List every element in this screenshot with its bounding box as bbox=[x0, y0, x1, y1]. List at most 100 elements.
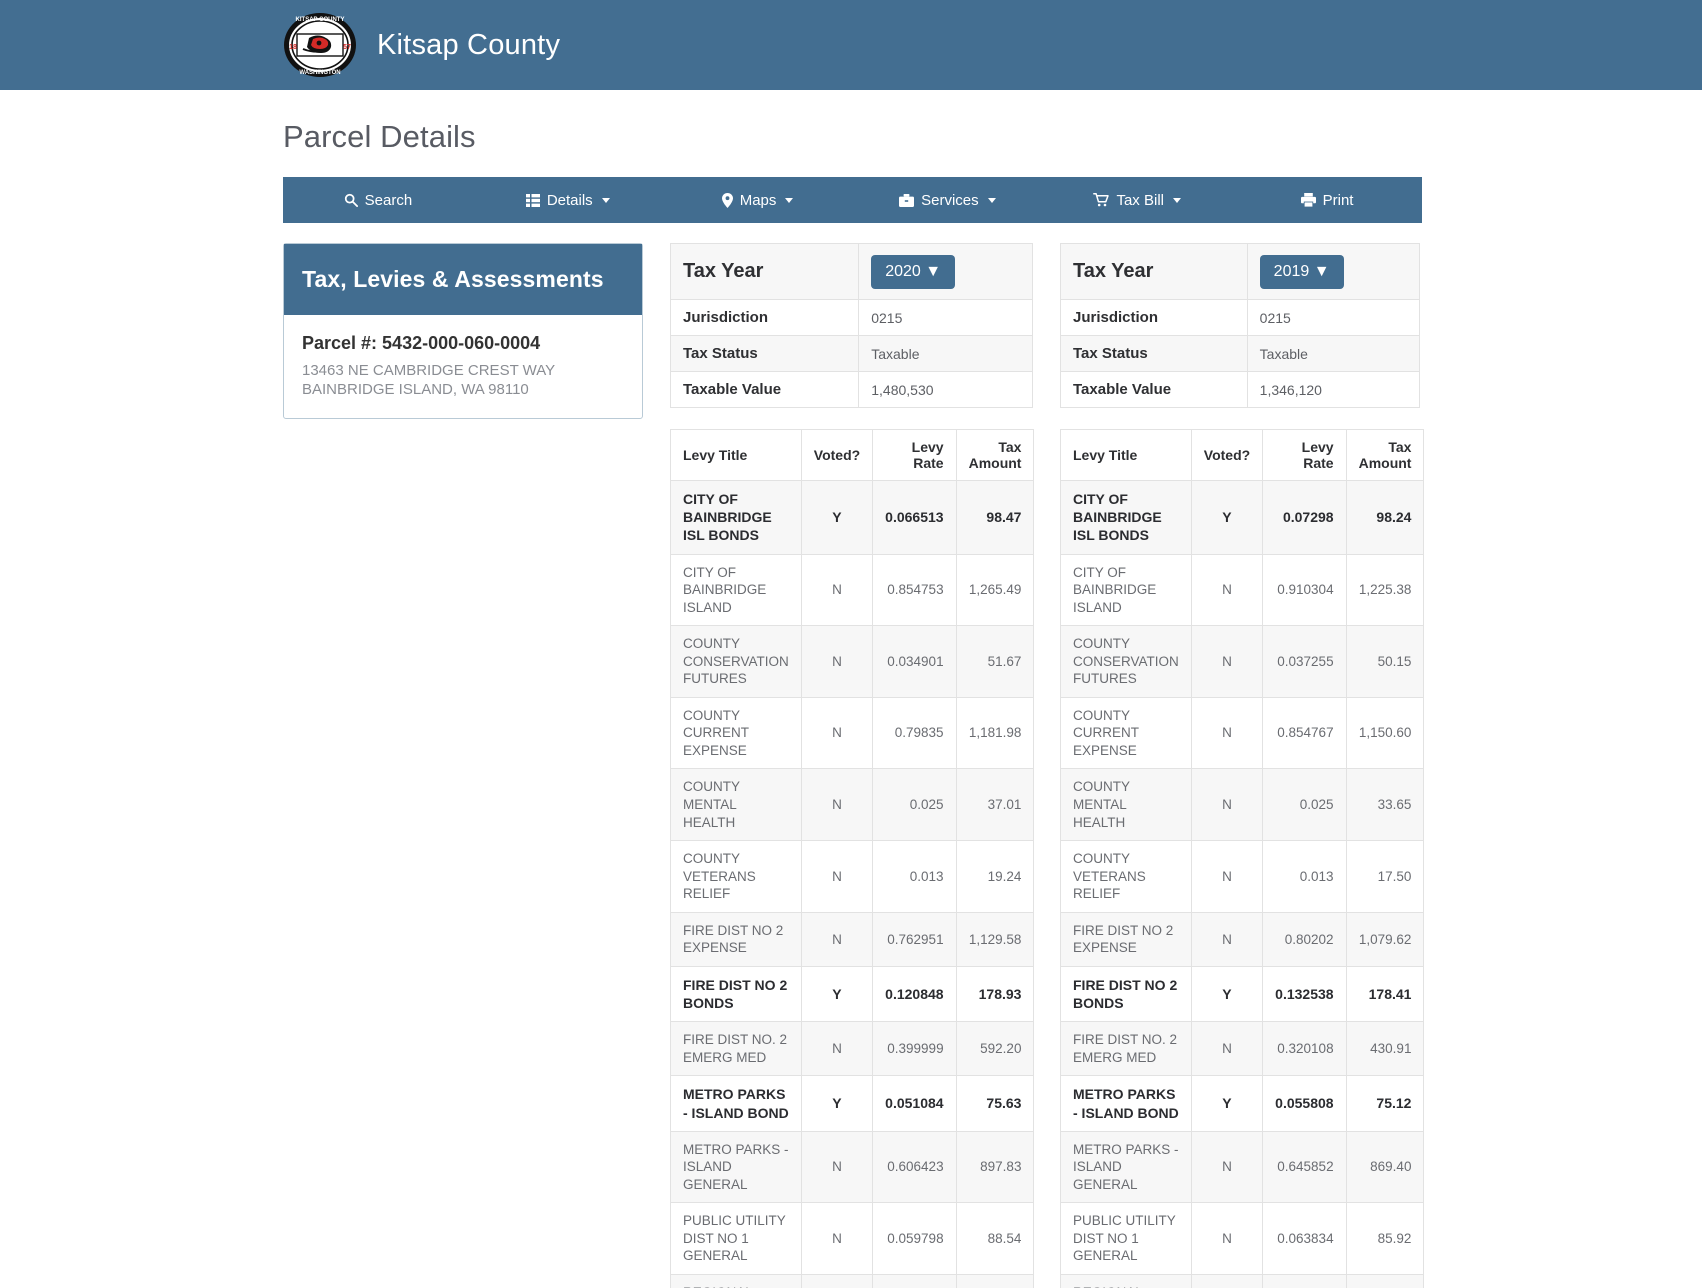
col-voted: Voted? bbox=[800, 429, 874, 481]
svg-text:WASHINGTON: WASHINGTON bbox=[299, 70, 340, 76]
table-row: Tax Year 2020 ▼ bbox=[669, 243, 1033, 300]
shopping-cart-icon bbox=[1093, 193, 1110, 207]
table-row: Tax Year 2019 ▼ bbox=[1060, 243, 1421, 300]
levy-amount-cell: 1,225.38 bbox=[1345, 553, 1425, 627]
jurisdiction-value: 0215 bbox=[858, 299, 1033, 336]
jurisdiction-label: Jurisdiction bbox=[1060, 299, 1248, 336]
levy-rate-cell: 0.037255 bbox=[1262, 625, 1347, 698]
map-marker-icon bbox=[721, 192, 733, 208]
levy-title-cell: COUNTY MENTAL HEALTH bbox=[1060, 768, 1192, 842]
levy-title-cell: COUNTY CURRENT EXPENSE bbox=[1060, 696, 1192, 770]
levy-title-cell: FIRE DIST NO. 2 EMERG MED bbox=[670, 1021, 802, 1077]
levy-title-cell: FIRE DIST NO 2 EXPENSE bbox=[1060, 911, 1192, 967]
levy-amount-cell: 75.63 bbox=[955, 1075, 1035, 1132]
levies-table-2019: Levy Title Voted? Levy Rate Tax Amount C… bbox=[1060, 429, 1425, 1288]
table-row: Jurisdiction 0215 bbox=[669, 299, 1033, 336]
nav-item-label: Search bbox=[364, 191, 413, 209]
levy-title-cell: PUBLIC UTILITY DIST NO 1 GENERAL bbox=[1060, 1202, 1192, 1275]
tax-status-value: Taxable bbox=[858, 335, 1033, 372]
levy-voted-cell: N bbox=[800, 840, 874, 913]
col-tax-amount: Tax Amount bbox=[955, 429, 1035, 481]
levy-rate-cell: 0.063834 bbox=[1262, 1202, 1347, 1275]
levy-rate-cell: 0.399999 bbox=[872, 1021, 957, 1077]
levy-amount-cell: 1,079.62 bbox=[1345, 911, 1425, 967]
taxable-value-value: 1,346,120 bbox=[1246, 371, 1421, 408]
levies-body: CITY OF BAINBRIDGE ISL BONDS Y 0.07298 98.2… bbox=[1060, 480, 1425, 1288]
levy-rate-cell: 0.369123 bbox=[872, 1273, 957, 1288]
table-row: COUNTY CURRENT EXPENSE N 0.79835 1,181.98 bbox=[670, 696, 1035, 770]
parcel-address: 13463 NE CAMBRIDGE CREST WAY BAINBRIDGE … bbox=[302, 362, 624, 400]
table-row: METRO PARKS - ISLAND GENERAL N 0.606423 897… bbox=[670, 1130, 1035, 1204]
col-levy-rate: Levy Rate bbox=[872, 429, 957, 481]
levy-voted-cell: N bbox=[1190, 840, 1264, 913]
levy-voted-cell: N bbox=[1190, 553, 1264, 627]
levy-rate-cell: 0.013 bbox=[872, 840, 957, 913]
search-icon bbox=[344, 193, 358, 207]
table-row: COUNTY VETERANS RELIEF N 0.013 17.50 bbox=[1060, 840, 1425, 913]
nav-item-print[interactable]: Print bbox=[1232, 177, 1422, 223]
levy-rate-cell: 0.025 bbox=[872, 768, 957, 842]
levy-voted-cell: N bbox=[800, 1202, 874, 1275]
table-row: FIRE DIST NO. 2 EMERG MED N 0.399999 592.20 bbox=[670, 1021, 1035, 1077]
nav-item-search[interactable]: Search bbox=[283, 177, 473, 223]
address-line-1: 13463 NE CAMBRIDGE CREST WAY bbox=[302, 362, 556, 379]
table-row: COUNTY CONSERVATION FUTURES N 0.034901 51.6… bbox=[670, 625, 1035, 698]
levy-amount-cell: 430.91 bbox=[1345, 1021, 1425, 1077]
svg-text:KITSAP COUNTY: KITSAP COUNTY bbox=[296, 17, 345, 23]
tax-year-dropdown-2019[interactable]: 2019 ▼ bbox=[1259, 254, 1344, 289]
levy-amount-cell: 37.01 bbox=[955, 768, 1035, 842]
levy-title-cell: CITY OF BAINBRIDGE ISLAND bbox=[1060, 553, 1192, 627]
table-header-row: Levy Title Voted? Levy Rate Tax Amount bbox=[670, 429, 1035, 481]
table-row: Tax Status Taxable bbox=[1060, 335, 1421, 372]
tax-status-label: Tax Status bbox=[669, 335, 860, 372]
levy-amount-cell: 869.40 bbox=[1345, 1130, 1425, 1204]
taxable-value-value: 1,480,530 bbox=[858, 371, 1033, 408]
levy-voted-cell: N bbox=[1190, 1021, 1264, 1077]
nav-item-label: Maps bbox=[739, 191, 777, 209]
levy-amount-cell: 88.54 bbox=[955, 1202, 1035, 1275]
levy-amount-cell: 1,265.49 bbox=[955, 553, 1035, 627]
levy-voted-cell: N bbox=[800, 553, 874, 627]
nav-item-services[interactable]: Services bbox=[852, 177, 1042, 223]
table-row: CITY OF BAINBRIDGE ISLAND N 0.910304 1,225.… bbox=[1060, 553, 1425, 627]
levies-table-2020: Levy Title Voted? Levy Rate Tax Amount C… bbox=[670, 429, 1035, 1288]
nav-item-details[interactable]: Details bbox=[473, 177, 663, 223]
levy-voted-cell: N bbox=[800, 768, 874, 842]
levy-title-cell: COUNTY CURRENT EXPENSE bbox=[670, 696, 802, 770]
levy-title-cell: CITY OF BAINBRIDGE ISL BONDS bbox=[670, 480, 802, 555]
site-header: KITSAP COUNTY WASHINGTON 18 57 Kitsap Co… bbox=[0, 0, 1702, 90]
nav-item-maps[interactable]: Maps bbox=[663, 177, 853, 223]
tax-year-label: Tax Year bbox=[1060, 243, 1248, 300]
levy-amount-cell: 75.12 bbox=[1345, 1075, 1425, 1132]
levy-voted-cell: N bbox=[1190, 1273, 1264, 1288]
levy-rate-cell: 0.606423 bbox=[872, 1130, 957, 1204]
col-levy-title: Levy Title bbox=[670, 429, 802, 481]
levy-rate-cell: 0.034901 bbox=[872, 625, 957, 698]
levy-rate-cell: 0.07298 bbox=[1262, 480, 1347, 555]
levy-amount-cell: 546.49 bbox=[955, 1273, 1035, 1288]
levy-voted-cell: N bbox=[800, 1021, 874, 1077]
levy-amount-cell: 178.93 bbox=[955, 965, 1035, 1023]
nav-item-label: Print bbox=[1322, 191, 1354, 209]
levy-rate-cell: 0.320108 bbox=[1262, 1021, 1347, 1077]
table-row: FIRE DIST NO 2 BONDS Y 0.132538 178.41 bbox=[1060, 965, 1425, 1023]
jurisdiction-label: Jurisdiction bbox=[669, 299, 860, 336]
nav-item-tax-bill[interactable]: Tax Bill bbox=[1042, 177, 1232, 223]
table-row: PUBLIC UTILITY DIST NO 1 GENERAL N 0.05979… bbox=[670, 1202, 1035, 1275]
levy-voted-cell: Y bbox=[1190, 965, 1264, 1023]
tax-year-cell: 2019 ▼ bbox=[1246, 243, 1421, 300]
levy-voted-cell: N bbox=[1190, 1130, 1264, 1204]
chevron-down-icon bbox=[785, 197, 794, 203]
levy-voted-cell: Y bbox=[1190, 480, 1264, 555]
levy-title-cell: CITY OF BAINBRIDGE ISL BONDS bbox=[1060, 480, 1192, 555]
levy-title-cell: COUNTY VETERANS RELIEF bbox=[1060, 840, 1192, 913]
levy-amount-cell: 51.67 bbox=[955, 625, 1035, 698]
table-row: METRO PARKS - ISLAND BOND Y 0.055808 75.12 bbox=[1060, 1075, 1425, 1132]
chevron-down-icon bbox=[601, 197, 610, 203]
levy-rate-cell: 0.120848 bbox=[872, 965, 957, 1023]
tax-year-dropdown-2020[interactable]: 2020 ▼ bbox=[871, 254, 956, 289]
tax-year-panel-2020: Tax Year 2020 ▼ Jurisdiction 0215 Tax St… bbox=[669, 243, 1035, 1288]
card-body: Parcel #: 5432-000-060-0004 13463 NE CAM… bbox=[284, 315, 642, 418]
table-row: Jurisdiction 0215 bbox=[1060, 299, 1421, 336]
table-row: FIRE DIST NO 2 BONDS Y 0.120848 178.93 bbox=[670, 965, 1035, 1023]
